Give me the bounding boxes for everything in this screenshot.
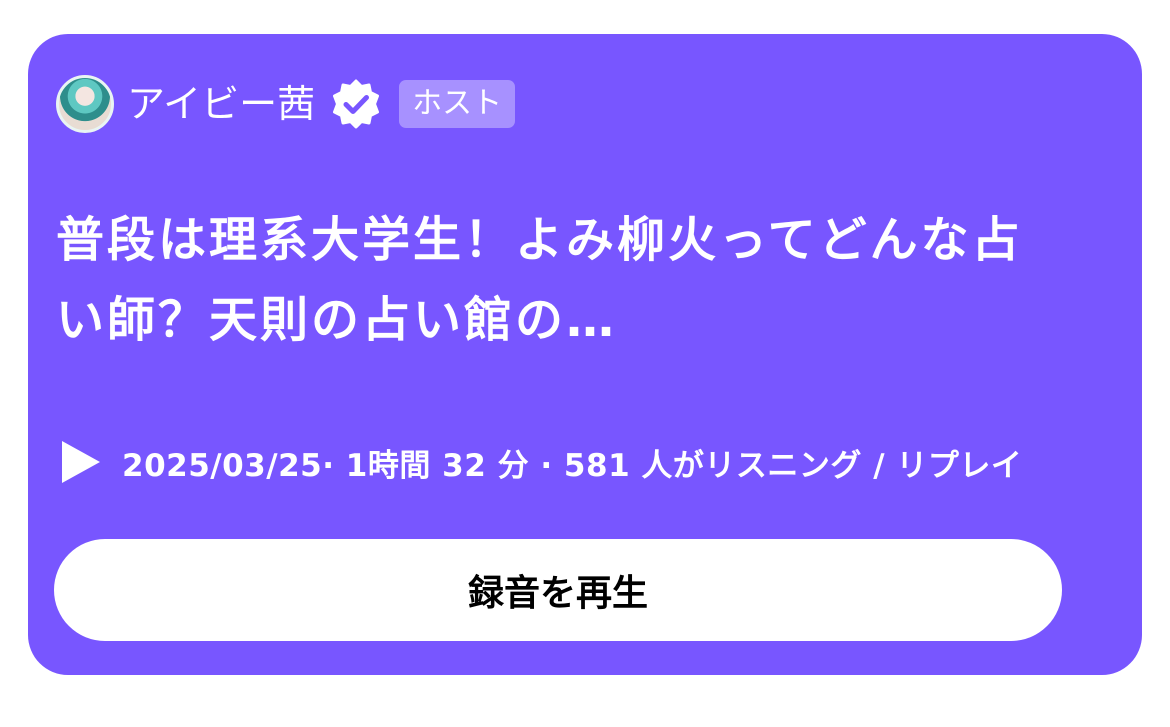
avatar[interactable] — [56, 75, 114, 133]
host-badge: ホスト — [399, 80, 516, 128]
play-icon — [62, 441, 100, 483]
play-recording-button[interactable]: 録音を再生 — [54, 539, 1062, 641]
space-recording-card[interactable]: アイビー茜 ホスト 普段は理系大学生！よみ柳火ってどんな占い師？天則の占い館の…… — [28, 34, 1142, 675]
verified-badge-icon — [333, 79, 380, 129]
space-title: 普段は理系大学生！よみ柳火ってどんな占い師？天則の占い館の… — [56, 212, 1023, 348]
recording-meta: 2025/03/25· 1時間 32 分 · 581 人がリスニング / リプレ… — [62, 438, 1022, 486]
host-name[interactable]: アイビー茜 — [127, 85, 315, 123]
host-row: アイビー茜 ホスト — [56, 74, 516, 134]
recording-meta-text: 2025/03/25· 1時間 32 分 · 581 人がリスニング / リプレ… — [122, 447, 1023, 484]
